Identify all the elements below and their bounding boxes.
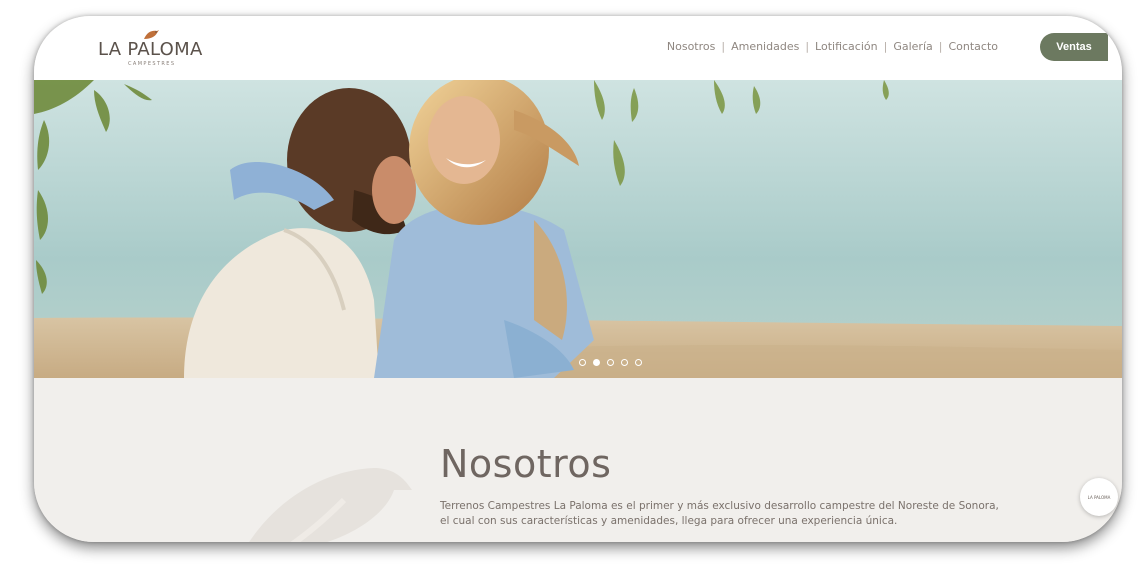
nav-link-amenidades[interactable]: Amenidades [731, 40, 799, 53]
nav-link-lotificacion[interactable]: Lotificación [815, 40, 878, 53]
about-body: Terrenos Campestres La Paloma es el prim… [440, 500, 999, 527]
floating-badge-label: LA PALOMA [1087, 494, 1111, 500]
brand-logo[interactable]: LA PALOMA CAMPESTRES [98, 28, 210, 68]
carousel-dot[interactable] [634, 359, 642, 366]
carousel-dots [98, 359, 1122, 366]
site-header: LA PALOMA CAMPESTRES Nosotros | Amenidad… [34, 16, 1122, 80]
carousel-dot-active[interactable] [592, 359, 600, 366]
nav-link-nosotros[interactable]: Nosotros [667, 40, 715, 53]
carousel-dot[interactable] [606, 359, 614, 366]
nav-link-contacto[interactable]: Contacto [948, 40, 998, 53]
hero-photo [34, 80, 1122, 378]
nav-link-galeria[interactable]: Galería [893, 40, 932, 53]
about-section: Nosotros Terrenos Campestres La Paloma e… [34, 378, 1122, 542]
hero-carousel [34, 80, 1122, 378]
nav-separator: | [805, 40, 810, 53]
carousel-dot[interactable] [578, 359, 586, 366]
website-frame: LA PALOMA CAMPESTRES Nosotros | Amenidad… [34, 16, 1122, 542]
nav-separator: | [883, 40, 888, 53]
floating-logo-badge[interactable]: LA PALOMA [1080, 478, 1118, 516]
brand-name: LA PALOMA [98, 39, 203, 60]
carousel-dot[interactable] [620, 359, 628, 366]
main-nav: Nosotros | Amenidades | Lotificación | G… [667, 40, 998, 53]
bird-watermark-icon [249, 468, 412, 542]
ventas-button[interactable]: Ventas [1040, 33, 1108, 61]
nav-separator: | [721, 40, 726, 53]
brand-tagline: CAMPESTRES [128, 61, 176, 67]
nav-separator: | [938, 40, 943, 53]
about-title: Nosotros [440, 442, 612, 486]
